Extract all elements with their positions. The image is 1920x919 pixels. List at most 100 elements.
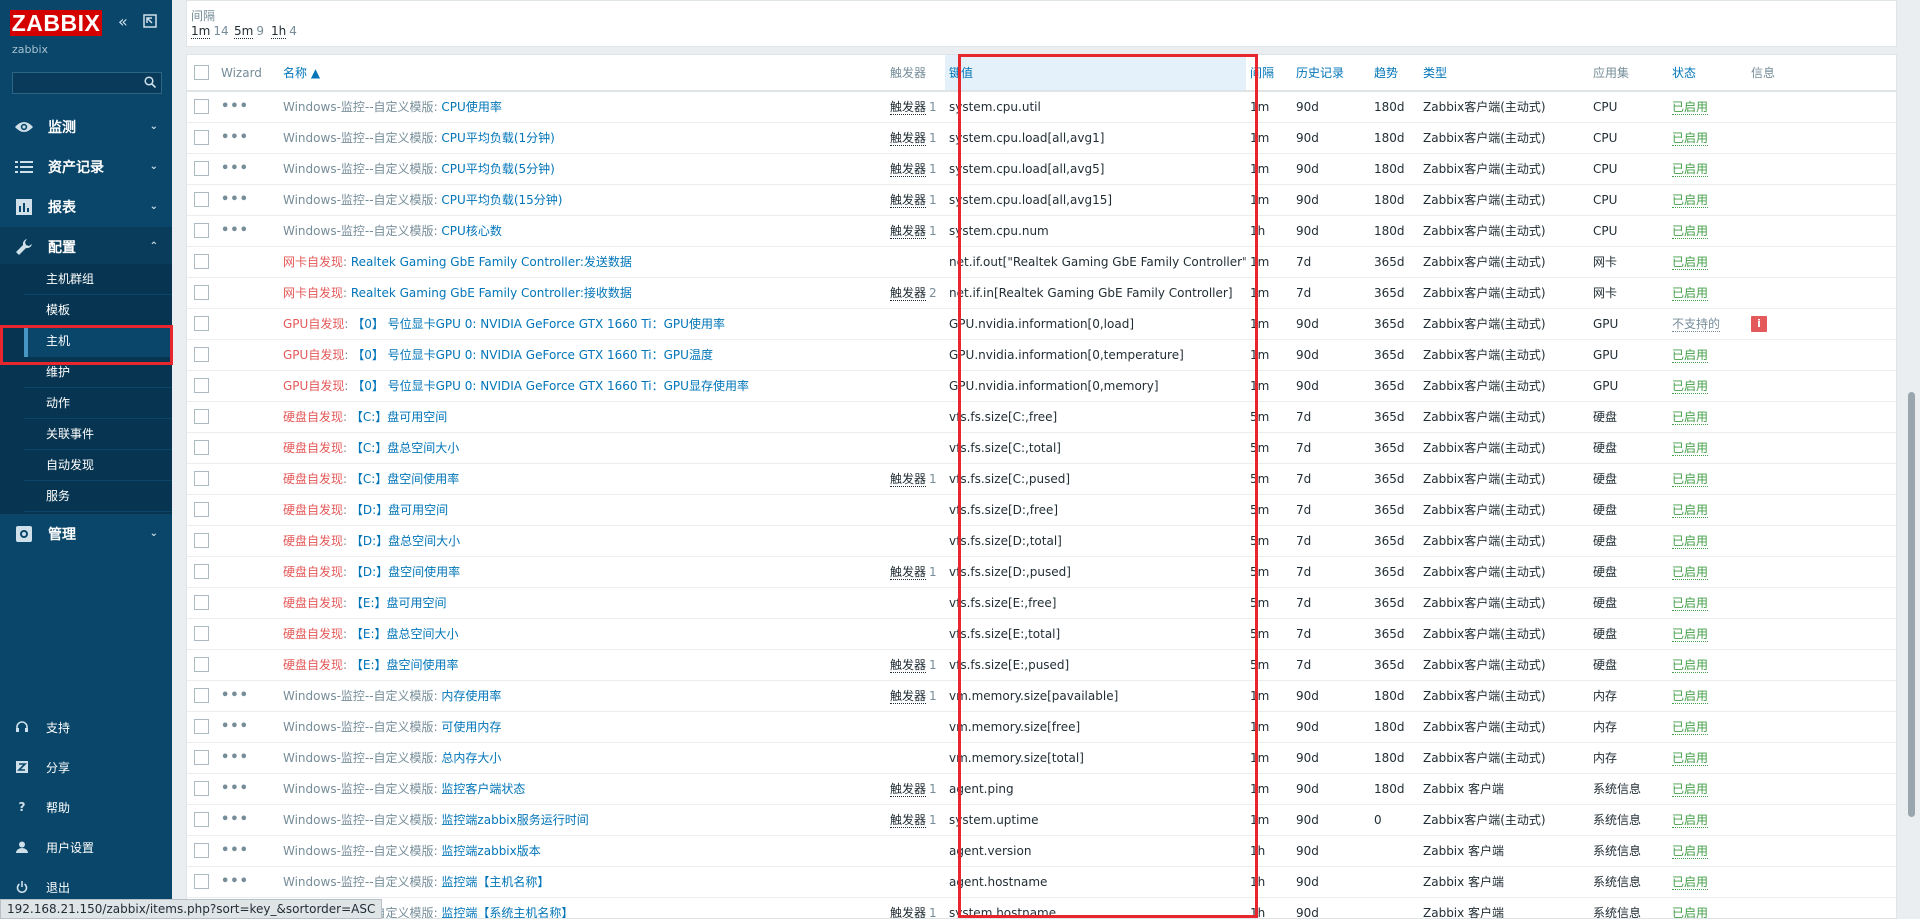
item-prefix-link[interactable]: GPU自发现 xyxy=(283,348,344,362)
row-checkbox[interactable] xyxy=(194,502,209,517)
item-name-link[interactable]: 【E:】盘空间使用率 xyxy=(351,658,459,672)
row-checkbox[interactable] xyxy=(194,719,209,734)
select-all-checkbox[interactable] xyxy=(194,65,209,80)
sub-maintenance[interactable]: 维护 xyxy=(24,357,172,388)
nav-user-settings[interactable]: 用户设置 xyxy=(0,827,172,867)
interval-value[interactable]: 1m xyxy=(191,24,211,39)
item-prefix-link[interactable]: 硬盘自发现 xyxy=(283,441,343,455)
row-checkbox[interactable] xyxy=(194,254,209,269)
header-history[interactable]: 历史记录 xyxy=(1292,55,1370,92)
row-checkbox[interactable] xyxy=(194,285,209,300)
wizard-dots-icon[interactable]: ••• xyxy=(221,161,249,176)
item-name-link[interactable]: CPU使用率 xyxy=(441,100,501,114)
sub-hosts[interactable]: 主机 xyxy=(24,326,172,357)
row-checkbox[interactable] xyxy=(194,192,209,207)
wizard-dots-icon[interactable]: ••• xyxy=(221,688,249,703)
item-name-link[interactable]: 【0】 号位显卡GPU 0: NVIDIA GeForce GTX 1660 T… xyxy=(352,348,713,362)
row-checkbox[interactable] xyxy=(194,781,209,796)
row-checkbox[interactable] xyxy=(194,874,209,889)
triggers-link[interactable]: 触发器 xyxy=(890,565,927,580)
row-checkbox[interactable] xyxy=(194,626,209,641)
item-prefix-link[interactable]: 硬盘自发现 xyxy=(283,534,343,548)
status-toggle[interactable]: 已启用 xyxy=(1672,720,1709,735)
triggers-link[interactable]: 触发器 xyxy=(890,906,927,918)
item-prefix-link[interactable]: Windows-监控--自定义模版 xyxy=(283,193,434,207)
kiosk-mode-icon[interactable] xyxy=(143,14,157,31)
header-interval[interactable]: 间隔 xyxy=(1246,55,1292,92)
sub-services[interactable]: 服务 xyxy=(24,481,172,512)
status-toggle[interactable]: 已启用 xyxy=(1672,348,1709,363)
row-checkbox[interactable] xyxy=(194,161,209,176)
item-name-link[interactable]: 监控端zabbix服务运行时间 xyxy=(441,813,588,827)
item-prefix-link[interactable]: 网卡自发现 xyxy=(283,286,343,300)
triggers-link[interactable]: 触发器 xyxy=(890,472,927,487)
item-name-link[interactable]: 【D:】盘可用空间 xyxy=(351,503,448,517)
status-toggle[interactable]: 已启用 xyxy=(1672,689,1709,704)
status-toggle[interactable]: 已启用 xyxy=(1672,627,1709,642)
item-prefix-link[interactable]: Windows-监控--自定义模版 xyxy=(283,813,434,827)
wizard-dots-icon[interactable]: ••• xyxy=(221,874,249,889)
item-prefix-link[interactable]: Windows-监控--自定义模版 xyxy=(283,875,434,889)
item-prefix-link[interactable]: GPU自发现 xyxy=(283,317,344,331)
header-name[interactable]: 名称 ▲ xyxy=(279,55,886,92)
zabbix-logo[interactable]: ZABBIX xyxy=(10,10,102,36)
triggers-link[interactable]: 触发器 xyxy=(890,813,927,828)
triggers-link[interactable]: 触发器 xyxy=(890,782,927,797)
item-name-link[interactable]: 【E:】盘总空间大小 xyxy=(351,627,459,641)
item-name-link[interactable]: CPU平均负载(1分钟) xyxy=(441,131,554,145)
header-type[interactable]: 类型 xyxy=(1419,55,1589,92)
row-checkbox[interactable] xyxy=(194,595,209,610)
row-checkbox[interactable] xyxy=(194,750,209,765)
item-name-link[interactable]: CPU平均负载(15分钟) xyxy=(441,193,562,207)
item-prefix-link[interactable]: Windows-监控--自定义模版 xyxy=(283,689,434,703)
status-toggle[interactable]: 已启用 xyxy=(1672,596,1709,611)
status-toggle[interactable]: 已启用 xyxy=(1672,906,1709,918)
info-error-icon[interactable]: i xyxy=(1751,315,1767,332)
item-name-link[interactable]: Realtek Gaming GbE Family Controller:发送数… xyxy=(351,255,632,269)
item-prefix-link[interactable]: 硬盘自发现 xyxy=(283,565,343,579)
search-icon[interactable] xyxy=(144,76,156,88)
row-checkbox[interactable] xyxy=(194,409,209,424)
item-name-link[interactable]: 内存使用率 xyxy=(441,689,501,703)
header-trends[interactable]: 趋势 xyxy=(1370,55,1419,92)
item-name-link[interactable]: 【E:】盘可用空间 xyxy=(351,596,447,610)
interval-option-1h[interactable]: 1h 4 xyxy=(271,24,297,39)
item-prefix-link[interactable]: Windows-监控--自定义模版 xyxy=(283,751,434,765)
item-prefix-link[interactable]: Windows-监控--自定义模版 xyxy=(283,131,434,145)
nav-reports[interactable]: 报表 ⌄ xyxy=(0,187,172,227)
status-toggle[interactable]: 已启用 xyxy=(1672,844,1709,859)
item-prefix-link[interactable]: 硬盘自发现 xyxy=(283,627,343,641)
status-toggle[interactable]: 已启用 xyxy=(1672,875,1709,890)
status-toggle[interactable]: 已启用 xyxy=(1672,813,1709,828)
status-toggle[interactable]: 已启用 xyxy=(1672,565,1709,580)
item-name-link[interactable]: 可使用内存 xyxy=(441,720,501,734)
nav-support[interactable]: 支持 xyxy=(0,707,172,747)
sub-templates[interactable]: 模板 xyxy=(24,295,172,326)
sub-actions[interactable]: 动作 xyxy=(24,388,172,419)
row-checkbox[interactable] xyxy=(194,688,209,703)
status-toggle[interactable]: 已启用 xyxy=(1672,534,1709,549)
status-toggle[interactable]: 已启用 xyxy=(1672,131,1709,146)
item-prefix-link[interactable]: 硬盘自发现 xyxy=(283,503,343,517)
status-toggle[interactable]: 已启用 xyxy=(1672,751,1709,766)
status-toggle[interactable]: 已启用 xyxy=(1672,658,1709,673)
item-prefix-link[interactable]: Windows-监控--自定义模版 xyxy=(283,224,434,238)
triggers-link[interactable]: 触发器 xyxy=(890,193,927,208)
item-prefix-link[interactable]: Windows-监控--自定义模版 xyxy=(283,844,434,858)
status-toggle[interactable]: 已启用 xyxy=(1672,193,1709,208)
item-prefix-link[interactable]: Windows-监控--自定义模版 xyxy=(283,100,434,114)
status-toggle[interactable]: 已启用 xyxy=(1672,255,1709,270)
wizard-dots-icon[interactable]: ••• xyxy=(221,192,249,207)
nav-share[interactable]: 分享 xyxy=(0,747,172,787)
triggers-link[interactable]: 触发器 xyxy=(890,131,927,146)
interval-value[interactable]: 1h xyxy=(271,24,287,39)
row-checkbox[interactable] xyxy=(194,440,209,455)
item-name-link[interactable]: CPU核心数 xyxy=(441,224,501,238)
status-toggle[interactable]: 已启用 xyxy=(1672,472,1709,487)
triggers-link[interactable]: 触发器 xyxy=(890,224,927,239)
item-prefix-link[interactable]: 网卡自发现 xyxy=(283,255,343,269)
sub-host-groups[interactable]: 主机群组 xyxy=(24,264,172,295)
row-checkbox[interactable] xyxy=(194,378,209,393)
item-name-link[interactable]: 【C:】盘可用空间 xyxy=(351,410,447,424)
row-checkbox[interactable] xyxy=(194,130,209,145)
